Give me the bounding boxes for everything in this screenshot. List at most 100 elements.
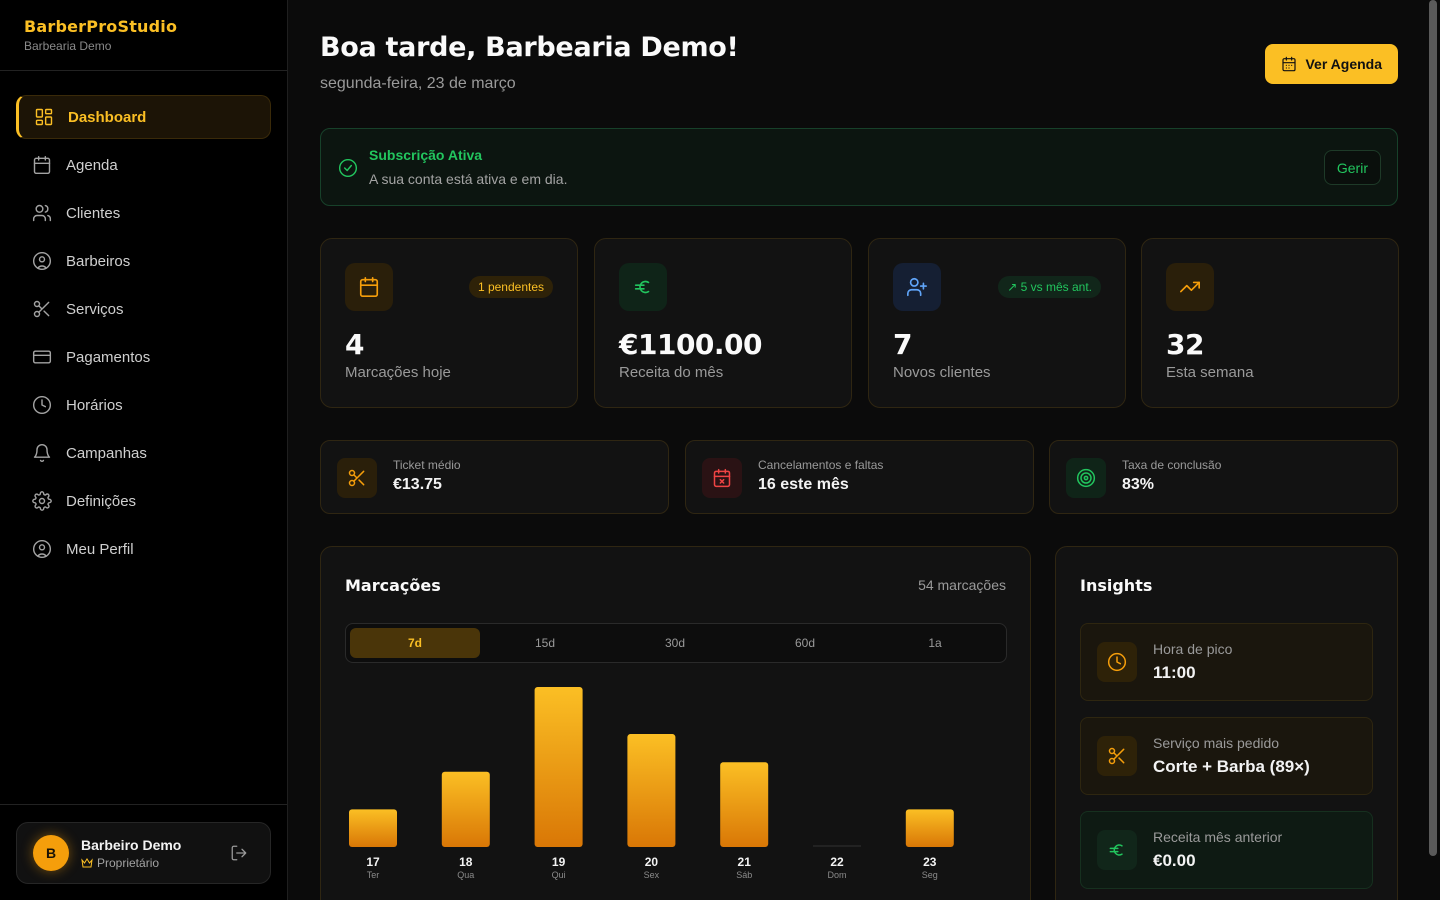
insight-value: €0.00 — [1153, 851, 1196, 870]
check-circle-icon — [338, 158, 358, 178]
tab-1a[interactable]: 1a — [870, 628, 1000, 658]
bar-chart: 17Ter 18Qua 19Qui 20Sex 21Sáb 22Dom 23Seg — [349, 687, 954, 880]
chart-weekday-label: Sex — [644, 870, 660, 880]
insights-card: Insights Hora de pico 11:00 Serviço mais… — [1055, 546, 1398, 900]
avatar: B — [33, 835, 69, 871]
chart-weekday-label: Qua — [457, 870, 474, 880]
sidebar-item-label: Meu Perfil — [66, 540, 134, 558]
scissors-icon — [337, 458, 377, 498]
tab-15d[interactable]: 15d — [480, 628, 610, 658]
stat-card-new-clients: ↗ 5 vs mês ant. 7 Novos clientes — [868, 238, 1126, 408]
tab-60d[interactable]: 60d — [740, 628, 870, 658]
sidebar-item-pagamentos[interactable]: Pagamentos — [16, 335, 271, 379]
chart-weekday-label: Dom — [827, 870, 846, 880]
view-agenda-button[interactable]: Ver Agenda — [1265, 44, 1398, 84]
appointments-chart-card: Marcações 54 marcações 7d 15d 30d 60d 1a… — [320, 546, 1031, 900]
brand-title: BarberProStudio — [24, 17, 178, 36]
sidebar-item-campanhas[interactable]: Campanhas — [16, 431, 271, 475]
user-circle-icon — [32, 251, 52, 271]
logout-button[interactable] — [230, 844, 248, 862]
sidebar-item-meu-perfil[interactable]: Meu Perfil — [16, 527, 271, 571]
users-icon — [32, 204, 52, 222]
calendar-icon — [345, 263, 393, 311]
pending-badge: 1 pendentes — [468, 276, 553, 298]
page-title: Boa tarde, Barbearia Demo! — [320, 32, 739, 63]
chart-bar[interactable] — [905, 809, 954, 847]
user-role: Proprietário — [81, 856, 159, 870]
user-role-label: Proprietário — [97, 856, 160, 870]
stat-label: Novos clientes — [893, 364, 991, 381]
insight-label: Receita mês anterior — [1153, 829, 1283, 845]
stat-card-appointments-today: 1 pendentes 4 Marcações hoje — [320, 238, 578, 408]
euro-icon — [1097, 830, 1137, 870]
chart-bar[interactable] — [441, 771, 490, 847]
chart-day-label: 23 — [923, 855, 937, 869]
stat-value: 32 — [1166, 328, 1204, 361]
clock-icon — [32, 395, 52, 415]
scissors-icon — [33, 300, 50, 318]
chart-bar[interactable] — [627, 734, 676, 847]
insight-top-service: Serviço mais pedido Corte + Barba (89×) — [1080, 717, 1373, 795]
mini-value: €13.75 — [393, 476, 442, 493]
trending-up-icon — [1166, 263, 1214, 311]
user-name: Barbeiro Demo — [81, 837, 182, 853]
stat-label: Receita do mês — [619, 364, 724, 381]
view-agenda-label: Ver Agenda — [1305, 56, 1382, 72]
mini-card-cancellations: Cancelamentos e faltas 16 este mês — [685, 440, 1034, 514]
scrollbar[interactable] — [1429, 0, 1437, 856]
calendar-x-icon — [702, 458, 742, 498]
sidebar-item-label: Horários — [66, 396, 123, 414]
mini-card-average-ticket: Ticket médio €13.75 — [320, 440, 669, 514]
sidebar-item-definicoes[interactable]: Definições — [16, 479, 271, 523]
sidebar-item-dashboard[interactable]: Dashboard — [16, 95, 271, 139]
clock-icon — [1097, 642, 1137, 682]
chart-bar[interactable] — [720, 762, 769, 847]
manage-subscription-button[interactable]: Gerir — [1323, 150, 1381, 185]
chart-title: Marcações — [345, 576, 441, 595]
sidebar-item-horarios[interactable]: Horários — [16, 383, 271, 427]
bell-icon — [33, 444, 51, 463]
crown-icon — [81, 858, 93, 868]
stat-label: Marcações hoje — [345, 364, 451, 381]
calendar-icon — [33, 155, 51, 175]
sidebar-item-servicos[interactable]: Serviços — [16, 287, 271, 331]
stat-card-monthly-revenue: €1100.00 Receita do mês — [594, 238, 852, 408]
sidebar-item-clientes[interactable]: Clientes — [16, 191, 271, 235]
range-tabs: 7d 15d 30d 60d 1a — [345, 623, 1007, 663]
sidebar-item-label: Clientes — [66, 204, 121, 222]
chart-day-label: 18 — [459, 855, 473, 869]
user-card[interactable]: B Barbeiro Demo Proprietário — [16, 822, 271, 884]
chart-bar[interactable] — [534, 687, 583, 847]
mini-label: Cancelamentos e faltas — [758, 458, 884, 472]
chart-bar[interactable] — [813, 845, 861, 847]
brand: BarberProStudio Barbearia Demo — [0, 0, 287, 71]
brand-subtitle: Barbearia Demo — [24, 39, 112, 53]
chart-day-label: 20 — [645, 855, 659, 869]
dashboard-icon — [35, 108, 53, 126]
stat-card-this-week: 32 Esta semana — [1141, 238, 1399, 408]
logout-icon — [231, 845, 247, 861]
sidebar-item-label: Barbeiros — [66, 252, 131, 270]
sidebar-item-agenda[interactable]: Agenda — [16, 143, 271, 187]
mini-label: Ticket médio — [393, 458, 461, 472]
chart-count: 54 marcações — [918, 577, 1006, 593]
sidebar-nav: Dashboard Agenda Clientes Barbeiros Serv… — [16, 95, 271, 575]
chart-weekday-label: Sáb — [736, 870, 752, 880]
tab-30d[interactable]: 30d — [610, 628, 740, 658]
stat-label: Esta semana — [1166, 364, 1254, 381]
stat-value: 7 — [893, 328, 912, 361]
sidebar-footer: B Barbeiro Demo Proprietário — [0, 804, 287, 900]
calendar-icon — [1282, 56, 1297, 72]
chart-day-label: 17 — [366, 855, 380, 869]
chart-bar[interactable] — [349, 809, 397, 847]
chart-weekday-label: Qui — [552, 870, 566, 880]
current-date: segunda-feira, 23 de março — [320, 75, 516, 92]
insight-label: Serviço mais pedido — [1153, 735, 1280, 751]
tab-7d[interactable]: 7d — [350, 628, 480, 658]
chart-day-label: 19 — [552, 855, 566, 869]
user-circle-icon — [32, 539, 52, 559]
sidebar-item-barbeiros[interactable]: Barbeiros — [16, 239, 271, 283]
insight-label: Hora de pico — [1153, 641, 1233, 657]
subscription-title: Subscrição Ativa — [369, 147, 483, 163]
mini-label: Taxa de conclusão — [1122, 458, 1222, 472]
